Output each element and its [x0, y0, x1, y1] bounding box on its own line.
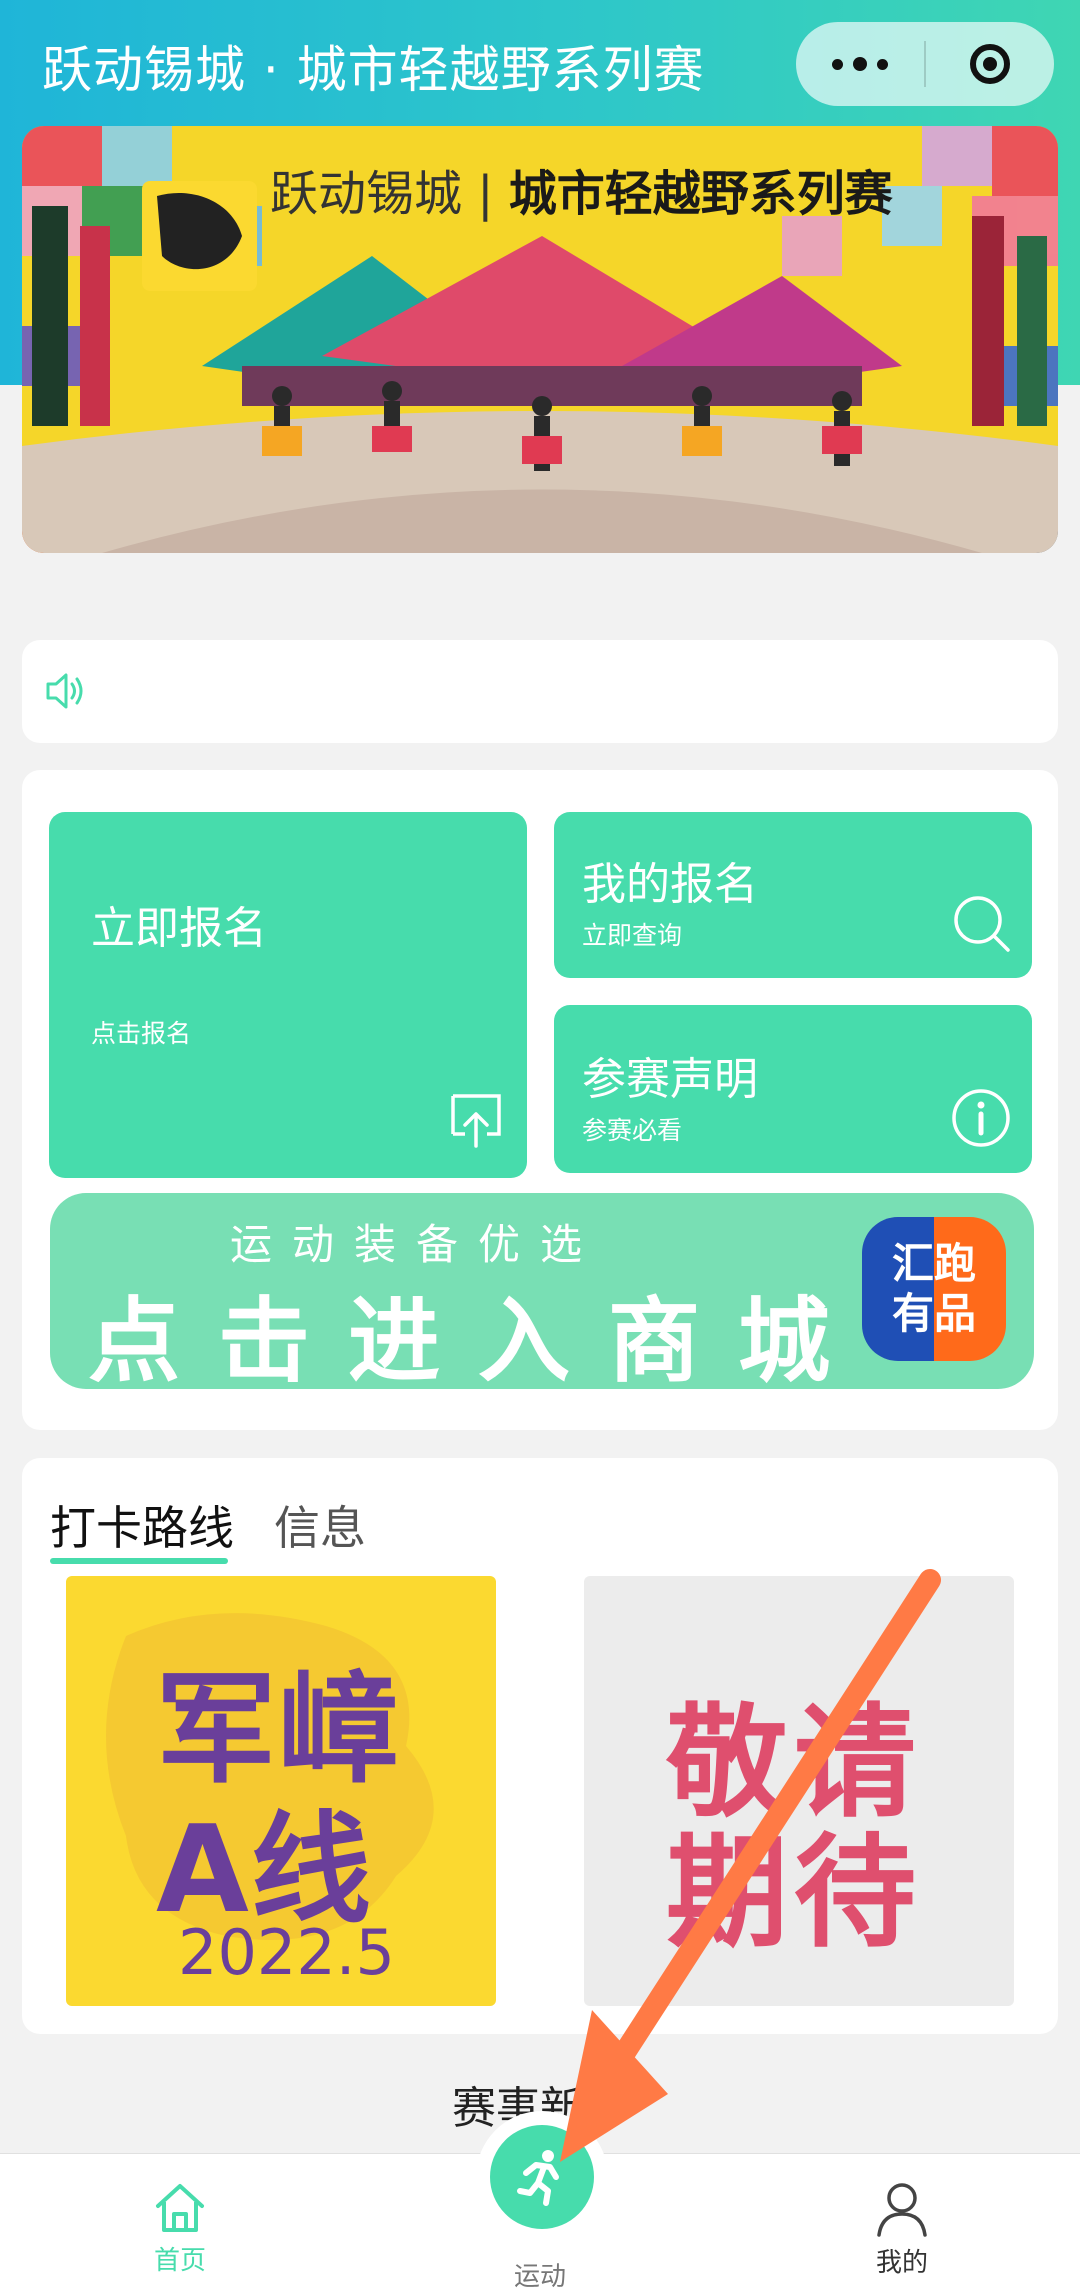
mall-title: 点击进入商城	[88, 1288, 869, 1389]
register-card[interactable]: 立即报名 点击报名	[49, 812, 527, 1178]
event-news-title: 赛事新	[452, 2083, 584, 2134]
tab-checkin-routes[interactable]: 打卡路线	[50, 1492, 234, 1558]
register-subtitle: 点击报名	[91, 1019, 192, 1048]
tab-info[interactable]: 信息	[274, 1492, 366, 1558]
speaker-icon	[46, 673, 83, 709]
logo-line1: 汇跑	[891, 1239, 976, 1288]
route-card-coming-soon[interactable]: 敬请 期待	[584, 1576, 1014, 2006]
actions-panel: 立即报名 点击报名 我的报名 立即查询 参赛声明 参赛必看 运动装备优选 点击进…	[22, 770, 1058, 1430]
notice-bar[interactable]	[22, 640, 1058, 743]
tabbar-label-sport: 运动	[513, 2262, 566, 2292]
register-title: 立即报名	[91, 903, 267, 954]
close-miniprogram-button[interactable]	[926, 22, 1054, 106]
active-tab-indicator	[50, 1558, 228, 1564]
statement-card[interactable]: 参赛声明 参赛必看	[554, 1005, 1032, 1173]
app-title: 跃动锡城 · 城市轻越野系列赛	[42, 41, 705, 99]
tabbar-item-mine[interactable]: 我的	[852, 2180, 952, 2279]
banner-title-part2: 城市轻越野系列赛	[508, 166, 893, 222]
info-icon	[952, 1089, 1010, 1147]
mall-subtitle: 运动装备优选	[230, 1220, 603, 1269]
huipao-logo: 汇跑 有品	[862, 1217, 1006, 1361]
tabbar-label-home: 首页	[153, 2246, 206, 2276]
route-a-date: 2022.5	[178, 1916, 395, 1989]
my-registration-card[interactable]: 我的报名 立即查询	[554, 812, 1032, 978]
more-dot-icon	[832, 58, 843, 70]
home-icon	[156, 2184, 204, 2232]
event-banner[interactable]: 跃动锡城 | 城市轻越野系列赛	[22, 126, 1058, 553]
my-registration-title: 我的报名	[582, 859, 758, 910]
banner-divider: |	[477, 166, 494, 222]
banner-title-part1: 跃动锡城	[270, 166, 463, 222]
more-dot-icon	[877, 58, 888, 70]
route-card-junzhang-a[interactable]: 军嶂 A线 2022.5	[66, 1576, 496, 2006]
route-b-line2: 期待	[666, 1822, 922, 1964]
tabbar-item-home[interactable]: 首页	[130, 2180, 230, 2277]
more-dot-icon	[853, 57, 867, 71]
more-menu-button[interactable]	[796, 22, 924, 106]
sport-fab-button[interactable]	[490, 2125, 594, 2229]
statement-title: 参赛声明	[582, 1054, 758, 1105]
tabbar-item-sport[interactable]: 运动	[490, 2256, 590, 2293]
statement-subtitle: 参赛必看	[582, 1116, 683, 1145]
tabbar-label-mine: 我的	[875, 2248, 928, 2278]
my-registration-subtitle: 立即查询	[582, 921, 683, 950]
logo-line2: 有品	[891, 1289, 976, 1338]
miniprogram-capsule	[796, 22, 1054, 106]
target-close-icon	[970, 44, 1010, 84]
banner-title: 跃动锡城 | 城市轻越野系列赛	[270, 154, 893, 224]
running-icon	[517, 2150, 559, 2206]
routes-panel: 打卡路线 信息 军嶂 A线 2022.5 敬请 期待	[22, 1458, 1058, 2034]
user-icon	[877, 2183, 927, 2237]
search-icon	[954, 896, 1010, 952]
mall-banner[interactable]: 运动装备优选 点击进入商城 汇跑 有品	[50, 1193, 1034, 1389]
share-upload-icon	[451, 1094, 501, 1148]
